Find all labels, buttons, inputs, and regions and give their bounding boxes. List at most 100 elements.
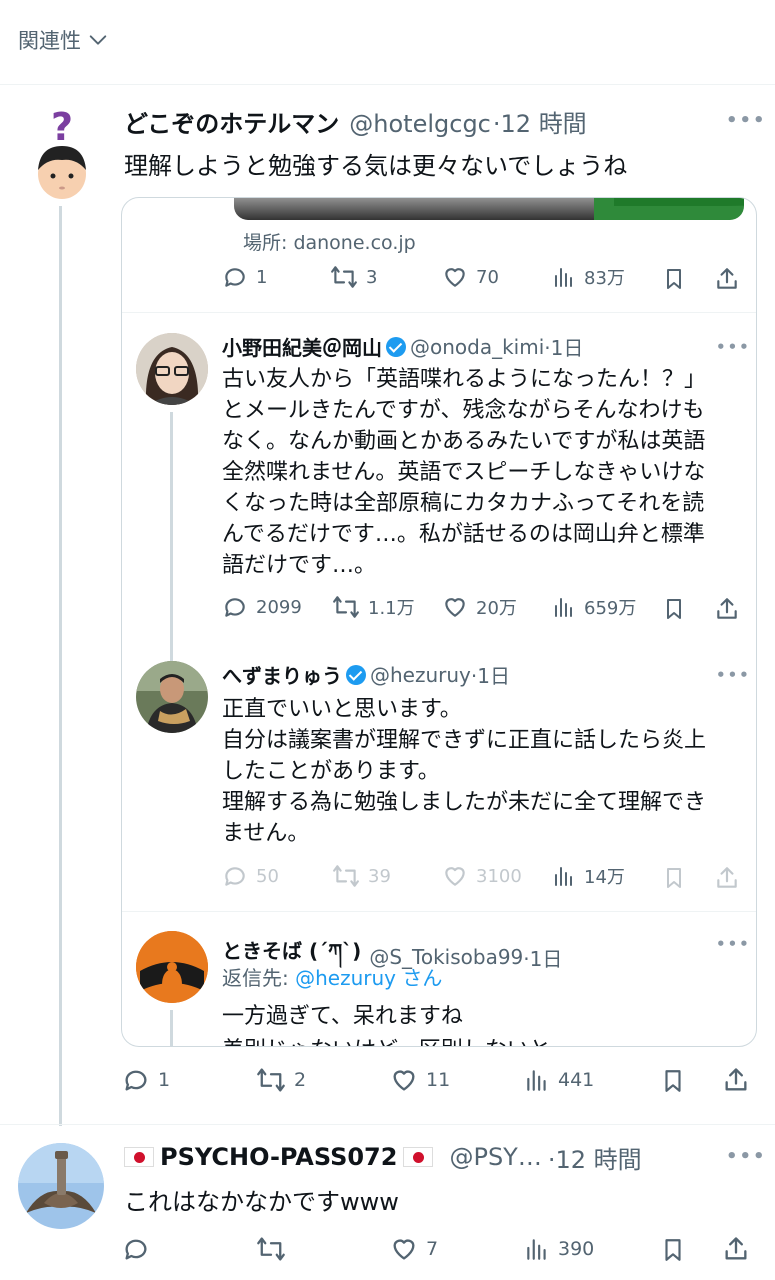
flag-icon [403, 1147, 434, 1167]
reply-count: 50 [256, 865, 279, 887]
handle[interactable]: @hotelgcgc [349, 110, 491, 138]
filter-dropdown[interactable]: 関連性 [18, 24, 109, 56]
quoted-thread[interactable]: 場所: danone.co.jp 1 3 70 83万 小野田紀美＠岡山 @on… [121, 197, 757, 1047]
reply-count: 1 [158, 1069, 171, 1091]
text-line: 全然喋れません。英語でスピーチしなきゃいけな [222, 460, 706, 485]
thread-line [170, 412, 173, 662]
timestamp[interactable]: ·12 時間 [493, 104, 587, 139]
avatar[interactable] [136, 661, 208, 733]
place-label[interactable]: 場所: danone.co.jp [243, 228, 416, 255]
like-button[interactable]: 20万 [442, 594, 517, 620]
views-button[interactable]: 390 [524, 1235, 594, 1263]
like-button[interactable]: 3100 [442, 863, 522, 889]
chevron-down-icon [89, 35, 107, 45]
heart-icon [445, 867, 465, 886]
text-line: 正直でいいと思います。 [222, 697, 462, 722]
retweet-count: 3 [366, 266, 378, 288]
heart-icon [393, 1070, 415, 1091]
retweet-button[interactable]: 1.1万 [332, 594, 415, 620]
retweet-button[interactable]: 2 [256, 1066, 306, 1094]
avatar[interactable] [18, 1143, 104, 1229]
post-text: 古い友人から「英語喋れるようになったん！？」 とメールきたんですが、残念ながらそ… [222, 364, 732, 581]
display-name[interactable]: 小野田紀美＠岡山 [222, 332, 382, 361]
avatar[interactable] [136, 931, 208, 1003]
tweet-header: どこぞのホテルマン @hotelgcgc ·12 時間 [124, 104, 724, 138]
timestamp[interactable]: ·1日 [544, 332, 583, 361]
share-icon[interactable] [722, 1235, 750, 1263]
retweet-button[interactable]: 39 [332, 863, 391, 889]
share-icon[interactable] [714, 865, 740, 891]
display-name[interactable]: PSYCHO-PASS072 [160, 1143, 397, 1171]
divider [122, 911, 756, 912]
text-line: 古い友人から「英語喋れるようになったん！？」 [222, 367, 707, 392]
views-count: 441 [558, 1069, 595, 1091]
avatar[interactable] [136, 333, 208, 405]
like-button[interactable]: 11 [390, 1066, 450, 1094]
more-options-icon[interactable]: ••• [716, 338, 751, 356]
views-button[interactable]: 441 [524, 1066, 594, 1094]
retweet-icon [331, 266, 357, 288]
handle[interactable]: @hezuruy [370, 663, 471, 687]
views-button[interactable]: 659万 [552, 594, 636, 620]
more-options-icon[interactable]: ••• [716, 935, 751, 953]
avatar[interactable]: ? [28, 104, 92, 200]
like-count: 11 [426, 1069, 451, 1091]
views-button[interactable]: 83万 [552, 264, 625, 290]
share-icon[interactable] [714, 266, 740, 292]
text-line: ません。 [222, 821, 310, 846]
more-options-icon[interactable]: ••• [726, 110, 767, 131]
retweet-icon [333, 596, 359, 618]
text-line: 差別じゃないけど、区別しないと [222, 1034, 732, 1046]
display-name[interactable]: へずまりゅう [222, 660, 342, 689]
reply-icon [225, 598, 245, 617]
tweet-header: PSYCHO-PASS072 @PSY… ·12 時間 [124, 1140, 734, 1174]
views-count: 659万 [584, 598, 637, 619]
retweet-button[interactable]: 3 [330, 264, 377, 290]
bookmark-icon[interactable] [662, 865, 686, 891]
text-line: したことがあります。 [222, 759, 440, 784]
reply-button[interactable]: 1 [122, 1066, 170, 1094]
flag-icon [124, 1147, 154, 1167]
reply-to-link[interactable]: @hezuruy [295, 966, 396, 990]
divider [0, 1124, 775, 1125]
tweet-text: 理解しようと勉強する気は更々ないでしょうね [124, 152, 628, 180]
svg-text:?: ? [51, 105, 73, 149]
reply-button[interactable]: 1 [222, 264, 267, 290]
like-button[interactable]: 70 [442, 264, 499, 290]
reply-button[interactable]: 2099 [222, 594, 302, 620]
share-icon[interactable] [714, 596, 740, 622]
reply-icon [225, 268, 245, 287]
bookmark-icon[interactable] [662, 596, 686, 622]
timestamp[interactable]: ·12 時間 [548, 1140, 642, 1175]
display-name[interactable]: どこぞのホテルマン [124, 104, 339, 139]
more-options-icon[interactable]: ••• [726, 1146, 767, 1167]
handle[interactable]: @PSY… [449, 1143, 541, 1171]
media-image[interactable] [234, 198, 744, 220]
retweet-button[interactable] [256, 1235, 294, 1263]
views-icon [527, 1070, 546, 1091]
bookmark-icon[interactable] [660, 1067, 686, 1095]
verified-icon [346, 664, 366, 685]
text-line: とメールきたんですが、残念ながらそんなわけも [222, 398, 705, 423]
share-icon[interactable] [722, 1066, 750, 1094]
handle[interactable]: @onoda_kimi [410, 335, 544, 359]
timestamp[interactable]: ·1日 [523, 943, 562, 972]
timestamp[interactable]: ·1日 [471, 660, 510, 689]
like-count: 20万 [476, 598, 517, 619]
views-button[interactable]: 14万 [552, 863, 625, 889]
heart-icon [445, 598, 465, 617]
reply-button[interactable] [122, 1235, 158, 1263]
tweet-text: これはなかなかですwww [124, 1188, 399, 1216]
thread-line [170, 1010, 173, 1046]
reply-prefix: 返信先: [222, 966, 296, 990]
more-options-icon[interactable]: ••• [716, 666, 751, 684]
like-button[interactable]: 7 [390, 1235, 438, 1263]
text-line: んでるだけです…。私が話せるのは岡山弁と標準 [222, 522, 705, 547]
reply-button[interactable]: 50 [222, 863, 279, 889]
text-line: 語だけです…。 [222, 553, 377, 578]
bookmark-icon[interactable] [662, 266, 686, 292]
heart-icon [393, 1239, 415, 1260]
bookmark-icon[interactable] [660, 1236, 686, 1264]
text-line: くなった時は全部原稿にカタカナふってそれを読 [222, 491, 705, 516]
text-line: なく。なんか動画とかあるみたいですが私は英語 [222, 429, 706, 454]
